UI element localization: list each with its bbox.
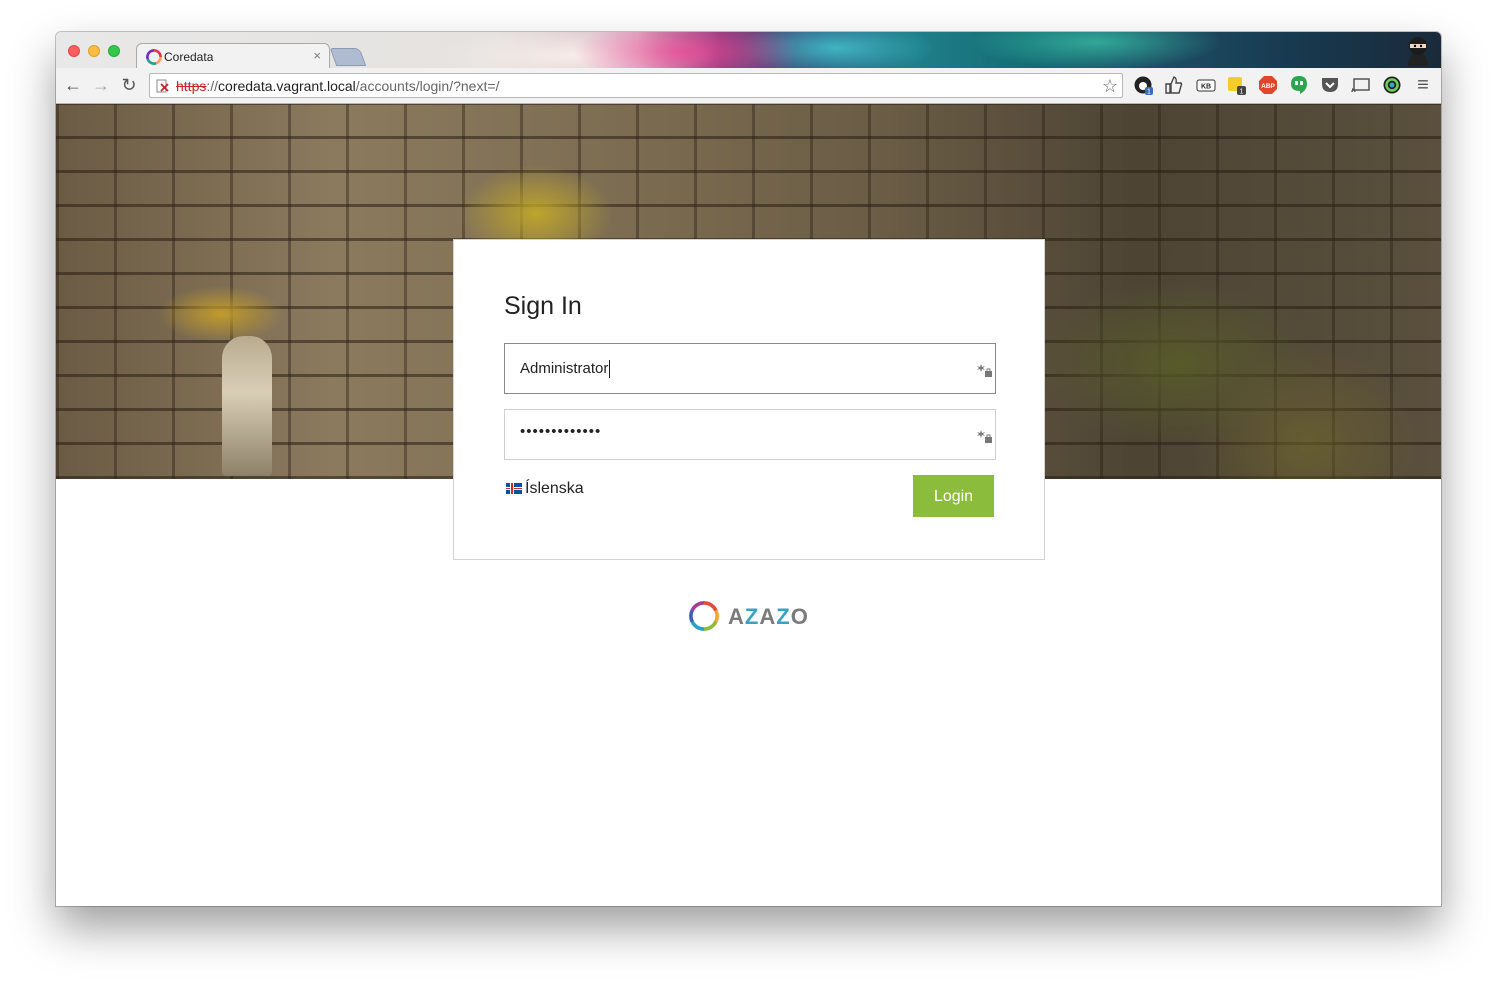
ninja-profile-icon[interactable]: [1405, 36, 1431, 66]
password-field[interactable]: •••••••••••••: [504, 409, 996, 460]
bookmark-star-icon[interactable]: ☆: [1102, 76, 1118, 97]
statue-image: [222, 336, 272, 476]
browser-window: Coredata × ← → ↻ https://coredata.vagran…: [56, 32, 1441, 906]
url-scheme: https: [176, 78, 207, 94]
azazo-letter-z1: Z: [744, 604, 760, 629]
new-tab-button[interactable]: [329, 48, 367, 66]
login-button[interactable]: Login: [913, 475, 994, 517]
language-switch-link[interactable]: Íslenska: [506, 480, 584, 498]
url-host: coredata.vagrant.local: [218, 78, 356, 94]
zoom-window-button[interactable]: [108, 45, 120, 57]
kb-icon[interactable]: KB: [1196, 75, 1216, 95]
password-value: •••••••••••••: [520, 423, 602, 440]
notes-badge-count: 1: [1240, 89, 1244, 96]
browser-toolbar: ← → ↻ https://coredata.vagrant.local/acc…: [56, 68, 1441, 104]
azazo-letter-a2: A: [759, 604, 777, 629]
notes-icon[interactable]: 1: [1226, 75, 1246, 95]
cast-icon[interactable]: [1351, 75, 1371, 95]
language-label: Íslenska: [525, 480, 584, 497]
back-button[interactable]: ←: [62, 74, 84, 96]
color-picker-icon[interactable]: [1382, 75, 1402, 95]
adblock-icon[interactable]: ABP: [1258, 75, 1278, 95]
coredata-favicon-icon: [146, 49, 162, 65]
azazo-ring-icon: [689, 601, 719, 631]
forward-button[interactable]: →: [90, 74, 112, 96]
github-badge-count: 1: [1147, 89, 1151, 96]
adblock-label: ABP: [1261, 83, 1275, 90]
tab-title: Coredata: [164, 50, 214, 64]
url-separator: ://: [206, 78, 219, 94]
azazo-letter-z2: Z: [776, 604, 791, 629]
insecure-lock-icon[interactable]: [156, 79, 170, 93]
url-text: https://coredata.vagrant.local/accounts/…: [176, 78, 499, 94]
menu-icon[interactable]: ≡: [1413, 75, 1433, 95]
address-bar[interactable]: https://coredata.vagrant.local/accounts/…: [149, 73, 1123, 98]
sign-in-card: Sign In Administrator ••••••••••••• Ísle…: [453, 239, 1045, 560]
reload-button[interactable]: ↻: [118, 74, 140, 96]
iceland-flag-icon: [506, 483, 522, 494]
tab-close-icon[interactable]: ×: [313, 48, 321, 63]
password-manager-key-icon[interactable]: [977, 428, 993, 444]
close-window-button[interactable]: [68, 45, 80, 57]
azazo-letter-a1: A: [728, 604, 745, 629]
hangouts-icon[interactable]: [1289, 75, 1309, 95]
text-caret: [609, 360, 611, 379]
thumbs-up-icon[interactable]: [1164, 75, 1184, 95]
kb-label: KB: [1201, 84, 1211, 91]
azazo-letter-o: O: [790, 604, 809, 629]
github-icon[interactable]: 1: [1133, 75, 1153, 95]
tab-coredata[interactable]: Coredata ×: [136, 43, 330, 70]
password-manager-key-icon[interactable]: [977, 362, 993, 378]
azazo-logo: AZAZO: [689, 601, 814, 631]
username-value: Administrator: [520, 360, 611, 379]
username-text: Administrator: [520, 360, 609, 377]
username-field[interactable]: Administrator: [504, 343, 996, 394]
title-bar: Coredata ×: [56, 32, 1441, 70]
pocket-icon[interactable]: [1320, 75, 1340, 95]
azazo-wordmark: AZAZO: [728, 604, 809, 630]
minimize-window-button[interactable]: [88, 45, 100, 57]
page-title: Sign In: [504, 292, 582, 320]
url-path: /accounts/login/?next=/: [355, 78, 500, 94]
